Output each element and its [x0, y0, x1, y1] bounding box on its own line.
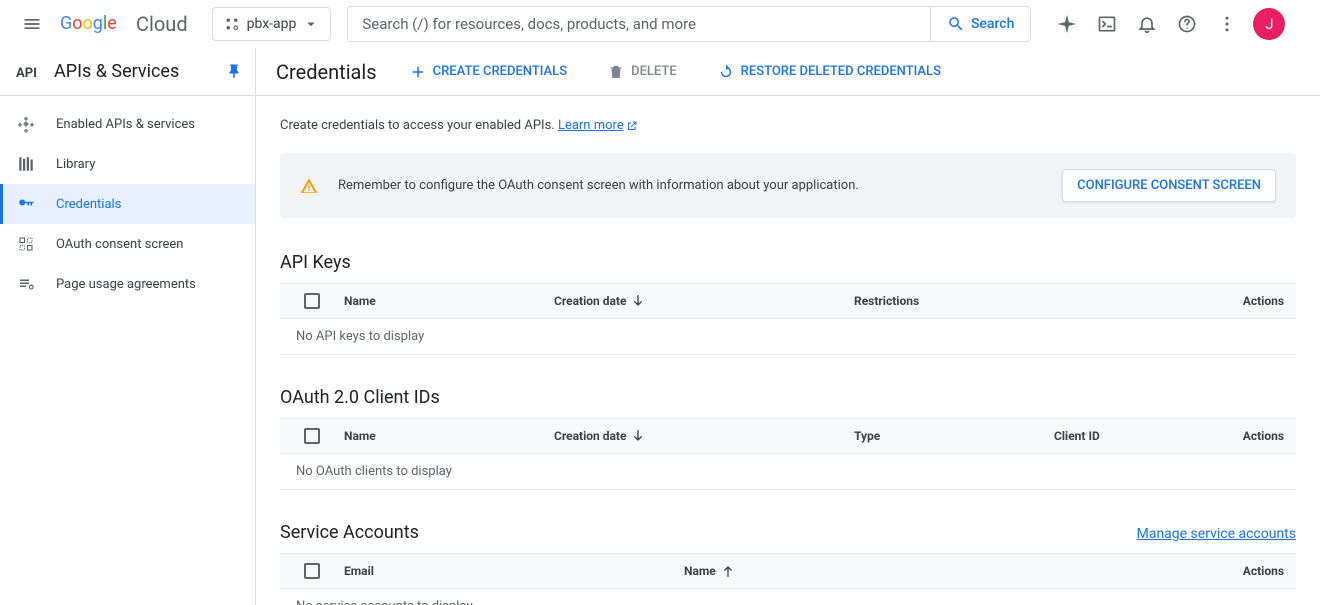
api-icon: API	[16, 64, 40, 80]
project-name: pbx-app	[247, 16, 297, 32]
col-email[interactable]: Email	[344, 564, 684, 578]
svg-text:API: API	[16, 66, 37, 80]
col-type[interactable]: Type	[854, 429, 1054, 443]
arrow-down-icon	[630, 293, 646, 309]
col-actions: Actions	[1243, 429, 1284, 443]
plus-icon	[409, 63, 427, 81]
arrow-down-icon	[630, 428, 646, 444]
sidebar-item-label: OAuth consent screen	[56, 237, 183, 252]
help-icon	[1177, 14, 1197, 34]
oauth-clients-section: OAuth 2.0 Client IDs Name Creation date …	[280, 387, 1296, 490]
table-header: Email Name Actions	[280, 553, 1296, 589]
notifications-button[interactable]	[1127, 4, 1167, 44]
col-client-id[interactable]: Client ID	[1054, 429, 1243, 443]
select-all-checkbox[interactable]	[304, 563, 320, 579]
sidebar-item-label: Library	[56, 157, 95, 172]
pin-icon	[225, 63, 243, 81]
arrow-up-icon	[720, 563, 736, 579]
project-icon	[223, 15, 241, 33]
col-name[interactable]: Name	[344, 294, 554, 308]
learn-more-link[interactable]: Learn more	[558, 118, 638, 133]
cloud-text: Cloud	[136, 12, 188, 36]
google-cloud-logo[interactable]: Google Cloud	[60, 0, 188, 48]
col-name[interactable]: Name	[344, 429, 554, 443]
col-creation-date[interactable]: Creation date	[554, 293, 854, 309]
table-header: Name Creation date Type Client ID Action…	[280, 418, 1296, 454]
section-title: Service Accounts	[280, 522, 419, 543]
consent-banner: Remember to configure the OAuth consent …	[280, 153, 1296, 218]
more-button[interactable]	[1207, 4, 1247, 44]
sidebar-header: API APIs & Services	[0, 48, 255, 96]
empty-message: No service accounts to display	[280, 589, 1296, 605]
terminal-icon	[1097, 14, 1117, 34]
menu-icon	[22, 14, 42, 34]
search-button[interactable]: Search	[930, 7, 1030, 41]
col-creation-date[interactable]: Creation date	[554, 428, 854, 444]
sidebar-item-credentials[interactable]: Credentials	[0, 184, 255, 224]
pin-button[interactable]	[225, 63, 243, 81]
sidebar: API APIs & Services Enabled APIs & servi…	[0, 48, 256, 605]
service-accounts-section: Service Accounts Manage service accounts…	[280, 522, 1296, 605]
trash-icon	[607, 63, 625, 81]
search-input[interactable]	[348, 7, 930, 41]
search-icon	[947, 15, 965, 33]
sidebar-item-label: Page usage agreements	[56, 277, 196, 292]
google-logo-icon: Google	[60, 12, 134, 36]
warning-icon	[300, 177, 318, 195]
enabled-apis-icon	[17, 115, 35, 133]
empty-message: No API keys to display	[280, 319, 1296, 355]
col-actions: Actions	[1243, 294, 1284, 308]
key-icon	[17, 195, 35, 213]
search-container: Search	[347, 6, 1031, 42]
search-label: Search	[971, 16, 1014, 32]
more-vert-icon	[1217, 14, 1237, 34]
help-button[interactable]	[1167, 4, 1207, 44]
sidebar-item-oauth-consent[interactable]: OAuth consent screen	[0, 224, 255, 264]
create-credentials-button[interactable]: CREATE CREDENTIALS	[401, 57, 575, 87]
api-keys-section: API Keys Name Creation date Restrictions…	[280, 252, 1296, 355]
sidebar-item-label: Enabled APIs & services	[56, 117, 195, 132]
library-icon	[17, 155, 35, 173]
sidebar-item-enabled-apis[interactable]: Enabled APIs & services	[0, 104, 255, 144]
table-header: Name Creation date Restrictions Actions	[280, 283, 1296, 319]
delete-button: DELETE	[599, 57, 685, 87]
page-usage-icon	[17, 275, 35, 293]
col-name[interactable]: Name	[684, 563, 1243, 579]
consent-icon	[17, 235, 35, 253]
select-all-checkbox[interactable]	[304, 428, 320, 444]
sidebar-item-library[interactable]: Library	[0, 144, 255, 184]
main-content: Credentials CREATE CREDENTIALS DELETE RE…	[256, 48, 1320, 605]
col-restrictions[interactable]: Restrictions	[854, 294, 1243, 308]
configure-consent-button[interactable]: CONFIGURE CONSENT SCREEN	[1062, 169, 1276, 202]
empty-message: No OAuth clients to display	[280, 454, 1296, 490]
manage-service-accounts-link[interactable]: Manage service accounts	[1137, 526, 1296, 542]
page-header: Credentials CREATE CREDENTIALS DELETE RE…	[256, 48, 1320, 96]
sidebar-item-label: Credentials	[56, 197, 121, 212]
gemini-button[interactable]	[1047, 4, 1087, 44]
page-title: Credentials	[276, 60, 377, 84]
section-title: API Keys	[280, 252, 351, 273]
section-title: OAuth 2.0 Client IDs	[280, 387, 440, 408]
external-link-icon	[626, 120, 638, 132]
bell-icon	[1137, 14, 1157, 34]
hamburger-menu[interactable]	[8, 0, 56, 48]
chevron-down-icon	[302, 15, 320, 33]
banner-text: Remember to configure the OAuth consent …	[338, 178, 1042, 193]
sidebar-title: APIs & Services	[54, 61, 225, 82]
svg-text:Google: Google	[60, 13, 117, 34]
intro-text: Create credentials to access your enable…	[280, 118, 1296, 133]
top-header: Google Cloud pbx-app Search J	[0, 0, 1320, 48]
avatar[interactable]: J	[1253, 8, 1285, 40]
restore-icon	[717, 63, 735, 81]
cloud-shell-button[interactable]	[1087, 4, 1127, 44]
restore-button[interactable]: RESTORE DELETED CREDENTIALS	[709, 57, 949, 87]
sparkle-icon	[1056, 13, 1078, 35]
sidebar-item-page-usage[interactable]: Page usage agreements	[0, 264, 255, 304]
project-selector[interactable]: pbx-app	[212, 7, 332, 41]
col-actions: Actions	[1243, 564, 1284, 578]
select-all-checkbox[interactable]	[304, 293, 320, 309]
